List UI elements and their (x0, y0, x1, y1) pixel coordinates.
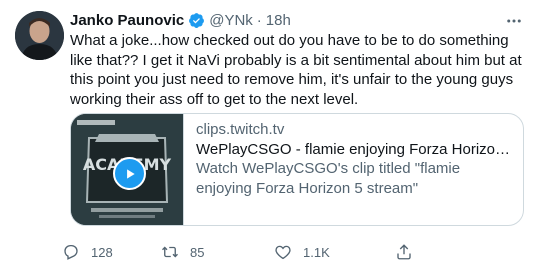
tweet-timestamp[interactable]: 18h (266, 12, 291, 29)
author-handle[interactable]: @YNk (209, 12, 253, 29)
retweet-button[interactable]: 85 (161, 240, 204, 264)
share-icon (397, 244, 411, 260)
separator-dot: · (256, 11, 262, 29)
reply-count: 128 (91, 244, 113, 260)
card-thumbnail[interactable]: ACADEMY (71, 114, 184, 225)
tweet-header: Janko Paunovic @YNk · 18h (70, 10, 527, 30)
card-domain: clips.twitch.tv (196, 121, 285, 138)
share-button[interactable] (395, 240, 413, 264)
card-text: clips.twitch.tv WePlayCSGO - flamie enjo… (184, 114, 523, 225)
tweet-actions: 128 85 1.1K (62, 240, 532, 264)
tweet-text: What a joke...how checked out do you hav… (70, 32, 522, 108)
like-icon (275, 245, 291, 260)
avatar[interactable] (15, 11, 64, 60)
reply-icon (64, 244, 78, 260)
card-title: WePlayCSGO - flamie enjoying Forza Horiz… (196, 140, 511, 158)
like-count: 1.1K (303, 244, 330, 260)
retweet-icon (162, 246, 178, 258)
play-button[interactable] (113, 157, 146, 190)
more-options-icon (507, 19, 521, 23)
like-button[interactable]: 1.1K (274, 240, 330, 264)
play-icon (126, 168, 135, 179)
author-name[interactable]: Janko Paunovic (70, 12, 184, 29)
verified-badge-icon (189, 12, 205, 28)
card-description: Watch WePlayCSGO's clip titled "flamie e… (196, 160, 461, 197)
link-card[interactable]: ACADEMY clips.twitch.tv WePlayCSGO - fla… (70, 113, 524, 226)
reply-button[interactable]: 128 (62, 240, 113, 264)
retweet-count: 85 (190, 244, 205, 260)
avatar-image (15, 11, 64, 60)
